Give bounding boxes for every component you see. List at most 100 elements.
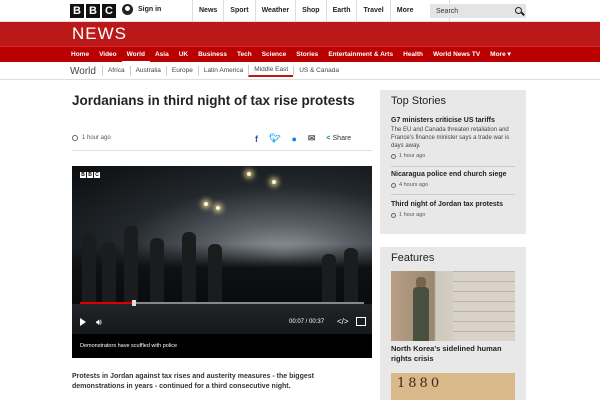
main-nav-world-news-tv[interactable]: World News TV — [428, 47, 485, 63]
main-nav: Home Video World Asia UK Business Tech S… — [0, 46, 600, 63]
feature-image[interactable]: 1880 — [391, 373, 515, 400]
street-light — [204, 202, 208, 206]
protester — [344, 248, 358, 304]
top-nav-news[interactable]: News — [192, 0, 223, 22]
video-player[interactable]: B B C 🔊︎ 00:07 / 00:37 </> Demonstrators… — [72, 166, 372, 358]
embed-icon[interactable]: </> — [337, 317, 349, 326]
main-nav-health[interactable]: Health — [398, 47, 428, 63]
logo-letter: B — [86, 4, 100, 18]
street-light — [272, 180, 276, 184]
main-nav-home[interactable]: Home — [66, 47, 94, 63]
protester — [208, 244, 222, 304]
email-icon[interactable]: ✉ — [308, 133, 316, 144]
story-item[interactable]: G7 ministers criticise US tariffs The EU… — [391, 116, 519, 159]
soldier — [413, 287, 429, 341]
story-time: 1 hour ago — [399, 153, 426, 159]
share-icon: < — [326, 135, 331, 142]
main-nav-asia[interactable]: Asia — [150, 47, 174, 63]
main-nav-world[interactable]: World — [121, 47, 150, 63]
sub-nav-africa[interactable]: Africa — [101, 66, 130, 76]
story-item[interactable]: Third night of Jordan tax protests 1 hou… — [391, 200, 519, 218]
protester — [124, 226, 138, 304]
story-time: 4 hours ago — [399, 182, 429, 188]
logo-letter: B — [80, 172, 86, 178]
sub-nav-europe[interactable]: Europe — [165, 66, 198, 76]
video-scrubber[interactable] — [131, 300, 136, 306]
clock-icon — [72, 135, 78, 141]
top-nav-travel[interactable]: Travel — [356, 0, 389, 22]
clock-icon — [391, 153, 396, 159]
top-nav-earth[interactable]: Earth — [325, 0, 357, 22]
top-nav-shop[interactable]: Shop — [295, 0, 326, 22]
video-time: 00:07 / 00:37 — [289, 319, 325, 325]
story-title[interactable]: Nicaragua police end church siege — [391, 170, 519, 179]
top-bar: B B C Sign in News Sport Weather Shop Ea… — [0, 0, 600, 22]
protester — [102, 242, 116, 304]
logo-letter: C — [102, 4, 116, 18]
video-caption: Demonstrators have scuffled with police — [80, 343, 178, 349]
logo-letter: B — [70, 4, 84, 18]
video-progress-fill — [80, 302, 134, 304]
section-title[interactable]: World — [70, 66, 96, 77]
sub-nav-middle-east[interactable]: Middle East — [248, 65, 294, 77]
sub-nav-latin-america[interactable]: Latin America — [197, 66, 248, 76]
video-frame — [72, 166, 372, 334]
sub-nav: World Africa Australia Europe Latin Amer… — [0, 62, 600, 80]
divider — [391, 194, 515, 195]
volume-icon[interactable]: 🔊︎ — [96, 317, 102, 328]
story-title[interactable]: G7 ministers criticise US tariffs — [391, 116, 519, 125]
features-title: Features — [391, 252, 435, 264]
main-nav-entertainment[interactable]: Entertainment & Arts — [323, 47, 398, 63]
video-progress-bar[interactable] — [80, 300, 364, 306]
story-summary: The EU and Canada threaten retaliation a… — [391, 127, 510, 149]
main-nav-stories[interactable]: Stories — [291, 47, 323, 63]
main-nav-uk[interactable]: UK — [174, 47, 193, 63]
top-nav-sport[interactable]: Sport — [223, 0, 254, 22]
share-bar: f 🐦︎ ● ✉ < Share — [255, 133, 351, 144]
main-nav-more[interactable]: More ▾ — [485, 47, 516, 63]
sign-in-link[interactable]: Sign in — [122, 4, 161, 15]
main-nav-business[interactable]: Business — [193, 47, 232, 63]
wall — [453, 271, 515, 341]
story-item[interactable]: Nicaragua police end church siege 4 hour… — [391, 170, 519, 188]
divider — [391, 166, 515, 167]
fullscreen-icon[interactable] — [356, 317, 366, 326]
masthead: NEWS — [0, 22, 600, 46]
street-light — [247, 172, 251, 176]
top-stories-title: Top Stories — [391, 95, 447, 107]
protester — [150, 238, 164, 304]
article-meta: 1 hour ago — [72, 135, 111, 141]
main-nav-science[interactable]: Science — [257, 47, 292, 63]
feature-image[interactable] — [391, 271, 515, 341]
facebook-icon[interactable]: f — [255, 134, 258, 144]
features: Features North Korea's sidelined human r… — [380, 247, 526, 400]
protester — [182, 232, 196, 304]
article-time: 1 hour ago — [82, 135, 111, 141]
story-time: 1 hour ago — [399, 212, 426, 218]
search-icon[interactable] — [515, 7, 522, 14]
bbc-logo[interactable]: B B C — [70, 4, 116, 18]
top-stories: Top Stories G7 ministers criticise US ta… — [380, 90, 526, 234]
top-nav: News Sport Weather Shop Earth Travel Mor… — [192, 0, 450, 22]
messenger-icon[interactable]: ● — [291, 134, 296, 144]
top-nav-weather[interactable]: Weather — [254, 0, 296, 22]
article-headline: Jordanians in third night of tax rise pr… — [72, 93, 355, 108]
share-button[interactable]: < Share — [326, 135, 351, 142]
search-input[interactable]: Search — [430, 4, 526, 18]
clock-icon — [391, 212, 396, 218]
sub-nav-australia[interactable]: Australia — [129, 66, 166, 76]
protester — [82, 234, 96, 304]
main-nav-tech[interactable]: Tech — [232, 47, 257, 63]
play-icon[interactable] — [80, 318, 86, 326]
story-title[interactable]: Third night of Jordan tax protests — [391, 200, 519, 209]
twitter-icon[interactable]: 🐦︎ — [269, 133, 280, 144]
logo-letter: B — [87, 172, 93, 178]
feature-title[interactable]: North Korea's sidelined human rights cri… — [391, 344, 519, 364]
logo-letter: C — [94, 172, 100, 178]
share-label: Share — [332, 135, 352, 142]
sub-nav-us-canada[interactable]: US & Canada — [293, 66, 344, 76]
main-nav-video[interactable]: Video — [94, 47, 122, 63]
protester — [322, 254, 336, 304]
news-title[interactable]: NEWS — [72, 24, 127, 44]
video-controls: 🔊︎ 00:07 / 00:37 </> — [72, 314, 372, 332]
